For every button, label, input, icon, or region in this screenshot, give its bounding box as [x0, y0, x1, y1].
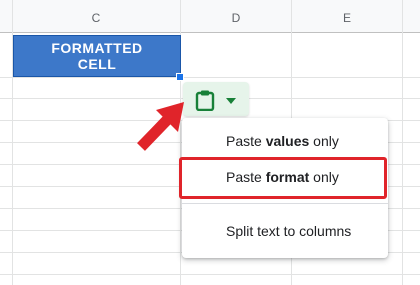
red-arrow-icon: [137, 102, 184, 151]
column-header-e[interactable]: E: [292, 0, 402, 32]
grid-line: [0, 274, 420, 275]
clipboard-icon: [195, 90, 215, 111]
paste-options-button[interactable]: [183, 82, 249, 116]
menu-item-text: Paste: [226, 133, 266, 149]
split-text-to-columns-item[interactable]: Split text to columns: [182, 213, 388, 249]
menu-divider: [182, 203, 388, 204]
menu-item-bold-text: values: [265, 133, 310, 149]
paste-values-only-item[interactable]: Paste values only: [182, 123, 388, 159]
fill-handle[interactable]: [176, 73, 184, 81]
chevron-down-icon: [226, 98, 236, 104]
formatted-cell[interactable]: FORMATTED CELL: [13, 35, 181, 77]
menu-item-text: only: [309, 133, 339, 149]
column-header-d[interactable]: D: [181, 0, 291, 32]
highlight-box: [179, 157, 387, 199]
grid-line: [0, 77, 420, 78]
column-header-c[interactable]: C: [12, 0, 180, 32]
menu-item-text: Split text to columns: [226, 223, 352, 239]
